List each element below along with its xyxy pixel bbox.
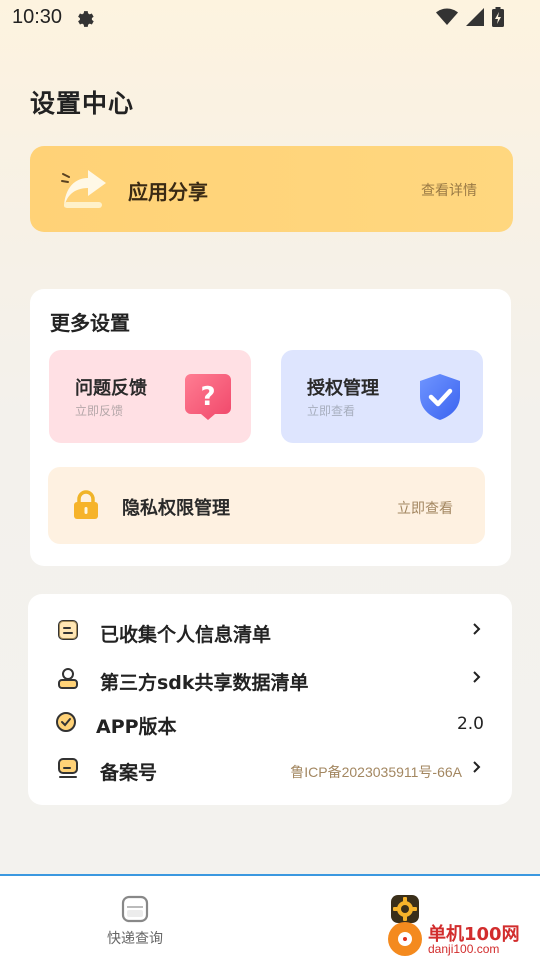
list-item-app-version: APP版本 2.0: [28, 700, 512, 744]
privacy-title: 隐私权限管理: [122, 498, 230, 519]
nav-tab-express-query[interactable]: 快递查询: [85, 890, 185, 956]
feedback-subtitle: 立即反馈: [75, 404, 124, 418]
list-item-label: APP版本: [96, 716, 177, 738]
status-icons: [436, 7, 504, 27]
svg-text:?: ?: [200, 382, 215, 412]
package-icon: [121, 895, 149, 923]
list-item-label: 备案号: [100, 762, 158, 784]
share-title: 应用分享: [128, 180, 208, 204]
auth-subtitle: 立即查看: [307, 404, 356, 418]
status-time: 10:30: [12, 6, 63, 28]
wifi-icon: [436, 8, 458, 25]
app-version-value: 2.0: [456, 714, 484, 734]
chevron-right-icon: [473, 671, 481, 683]
info-list-card: 已收集个人信息清单 第三方sdk共享数据清单 APP版本 2.0 备案号 鲁IC…: [28, 594, 512, 805]
record-number-value: 鲁ICP备2023035911号-66A: [290, 764, 462, 780]
privacy-view-link[interactable]: 立即查看: [397, 498, 453, 518]
share-card[interactable]: 应用分享 查看详情: [30, 146, 513, 232]
share-arrow-icon: [61, 170, 106, 208]
list-item-record-number[interactable]: 备案号 鲁ICP备2023035911号-66A: [28, 746, 512, 790]
more-settings-title: 更多设置: [50, 311, 130, 335]
version-check-icon: [56, 712, 76, 732]
list-item-label: 第三方sdk共享数据清单: [100, 672, 309, 694]
nav-label: 快递查询: [107, 931, 163, 947]
shield-check-icon: [420, 374, 460, 420]
more-settings-card: 更多设置 问题反馈 立即反馈 ? 授权管理 立即查看 隐私权限管理 立即查看: [30, 289, 511, 566]
watermark-logo: 单机100网 danji100.com: [388, 918, 538, 958]
document-list-icon: [58, 620, 78, 640]
auth-tile[interactable]: 授权管理 立即查看: [281, 350, 483, 443]
list-item-label: 已收集个人信息清单: [100, 624, 272, 646]
chevron-right-icon: [473, 761, 481, 773]
question-bubble-icon: ?: [185, 374, 231, 420]
record-icon: [58, 758, 78, 778]
battery-charging-icon: [492, 7, 504, 27]
gear-icon: [78, 11, 94, 27]
chevron-right-icon: [473, 623, 481, 635]
page-title: 设置中心: [30, 89, 135, 118]
lock-icon: [74, 490, 98, 519]
privacy-management-row[interactable]: 隐私权限管理 立即查看: [48, 467, 485, 544]
cell-signal-icon: [466, 8, 484, 26]
user-data-icon: [58, 668, 78, 689]
list-item-third-party-sdk[interactable]: 第三方sdk共享数据清单: [28, 656, 512, 700]
auth-title: 授权管理: [307, 378, 379, 399]
feedback-title: 问题反馈: [75, 378, 147, 399]
watermark-dot: [403, 937, 407, 941]
list-item-personal-info[interactable]: 已收集个人信息清单: [28, 608, 512, 652]
share-details-link[interactable]: 查看详情: [421, 180, 477, 200]
feedback-tile[interactable]: 问题反馈 立即反馈 ?: [49, 350, 251, 443]
watermark-url: danji100.com: [428, 942, 500, 956]
status-bar: 10:30: [0, 0, 540, 36]
